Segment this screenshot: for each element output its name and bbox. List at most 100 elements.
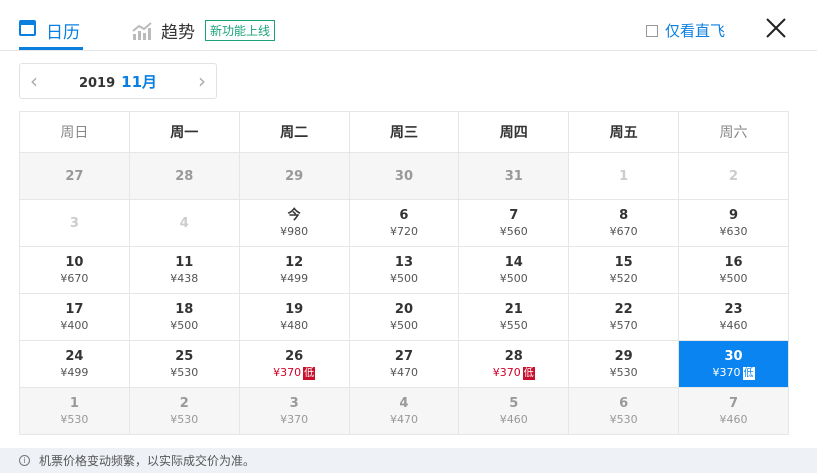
calendar-day[interactable]: 15 ¥520 [568,246,680,294]
calendar-day[interactable]: 9 ¥630 [678,199,789,247]
calendar-day[interactable]: 28 ¥370 低 [458,340,570,388]
day-number: 29 [614,348,633,364]
day-number: 10 [65,254,84,270]
day-price: ¥530 [20,412,129,428]
calendar-day[interactable]: 7 ¥560 [458,199,570,247]
price-value: ¥370 [280,412,309,426]
day-price: ¥370 [240,412,349,428]
day-price: ¥720 [350,224,459,240]
calendar-day[interactable]: 29 ¥530 [568,340,680,388]
day-number: 27 [65,168,84,184]
price-value: ¥530 [609,412,638,426]
close-icon[interactable] [764,16,788,40]
calendar-day[interactable]: 21 ¥550 [458,293,570,341]
day-number: 24 [65,348,84,364]
calendar-day[interactable]: 12 ¥499 [238,246,350,294]
calendar-day: 28 [128,152,240,200]
price-value: ¥670 [609,224,638,238]
calendar-day[interactable]: 19 ¥480 [238,293,350,341]
day-number: 28 [175,168,194,184]
day-price: ¥500 [459,271,568,287]
calendar-day[interactable]: 今 ¥980 [238,199,350,247]
next-month-button[interactable]: › [198,69,206,93]
calendar-day[interactable]: 3 ¥370 [238,387,350,435]
day-number: 2 [179,395,189,411]
month-selector: ‹ 2019 11月 › [19,63,217,99]
weekday-header: 周四 [458,111,570,153]
day-price: ¥530 [130,365,239,381]
weekday-header: 周日 [19,111,130,153]
calendar-day[interactable]: 1 ¥530 [19,387,130,435]
calendar-day[interactable]: 4 ¥470 [348,387,460,435]
day-number: 21 [504,301,523,317]
day-price: ¥500 [350,318,459,334]
month-label: 11月 [121,72,158,91]
info-icon: i [19,455,30,466]
price-value: ¥530 [170,412,199,426]
day-price: ¥400 [20,318,129,334]
day-number: 1 [619,168,629,184]
price-value: ¥720 [389,224,418,238]
calendar-day[interactable]: 8 ¥670 [568,199,680,247]
prev-month-button[interactable]: ‹ [30,69,38,93]
price-value: ¥570 [609,318,638,332]
price-value: ¥560 [499,224,528,238]
day-number: 16 [724,254,743,270]
calendar-day: 2 [678,152,789,200]
price-value: ¥370 [712,365,741,379]
day-price: ¥500 [679,271,788,287]
day-number: 19 [285,301,304,317]
day-number: 15 [614,254,633,270]
calendar-day[interactable]: 6 ¥720 [348,199,460,247]
calendar-day[interactable]: 10 ¥670 [19,246,130,294]
checkbox-icon[interactable] [646,24,658,37]
calendar-day[interactable]: 18 ¥500 [128,293,240,341]
day-number: 3 [289,395,299,411]
calendar-day[interactable]: 2 ¥530 [128,387,240,435]
tab-calendar-label: 日历 [46,23,80,43]
calendar-day[interactable]: 16 ¥500 [678,246,789,294]
calendar-icon [19,20,36,36]
price-calendar: 周日 周一 周二 周三 周四 周五 周六 27 28 29 30 31 1 2 3 4 今 ¥980 6 ¥720 7… [19,111,789,435]
calendar-day[interactable]: 6 ¥530 [568,387,680,435]
calendar-day[interactable]: 22 ¥570 [568,293,680,341]
calendar-day[interactable]: 24 ¥499 [19,340,130,388]
lowest-price-tag: 低 [303,366,316,380]
day-number: 6 [399,207,409,223]
day-price: ¥520 [569,271,678,287]
day-number: 6 [619,395,629,411]
tab-calendar[interactable]: 日历 [19,18,83,50]
calendar-day[interactable]: 11 ¥438 [128,246,240,294]
calendar-day[interactable]: 30 ¥370 低 [678,340,789,388]
price-value: ¥500 [499,271,528,285]
direct-only-checkbox[interactable]: 仅看直飞 [646,20,725,41]
calendar-day[interactable]: 17 ¥400 [19,293,130,341]
day-number: 4 [179,215,189,231]
price-value: ¥499 [60,365,89,379]
price-value: ¥670 [60,271,89,285]
day-price: ¥370 低 [240,365,349,381]
calendar-day[interactable]: 26 ¥370 低 [238,340,350,388]
day-price: ¥370 低 [459,365,568,381]
day-number: 12 [285,254,304,270]
calendar-week: 10 ¥670 11 ¥438 12 ¥499 13 ¥500 14 ¥500 15 ¥520 16 ¥5… [19,246,789,294]
calendar-day[interactable]: 25 ¥530 [128,340,240,388]
price-value: ¥530 [60,412,89,426]
day-price: ¥980 [240,224,349,240]
calendar-day[interactable]: 7 ¥460 [678,387,789,435]
calendar-day[interactable]: 27 ¥470 [348,340,460,388]
tab-trend[interactable]: 趋势 新功能上线 [132,18,276,43]
day-price: ¥370 低 [679,365,788,381]
direct-only-label: 仅看直飞 [665,22,726,40]
calendar-day[interactable]: 5 ¥460 [458,387,570,435]
day-number: 26 [285,348,304,364]
day-number: 30 [394,168,413,184]
calendar-day[interactable]: 23 ¥460 [678,293,789,341]
day-price: ¥630 [679,224,788,240]
calendar-day[interactable]: 14 ¥500 [458,246,570,294]
calendar-day[interactable]: 13 ¥500 [348,246,460,294]
calendar-day[interactable]: 20 ¥500 [348,293,460,341]
day-price: ¥500 [350,271,459,287]
day-price: ¥499 [240,271,349,287]
day-number: 11 [175,254,194,270]
